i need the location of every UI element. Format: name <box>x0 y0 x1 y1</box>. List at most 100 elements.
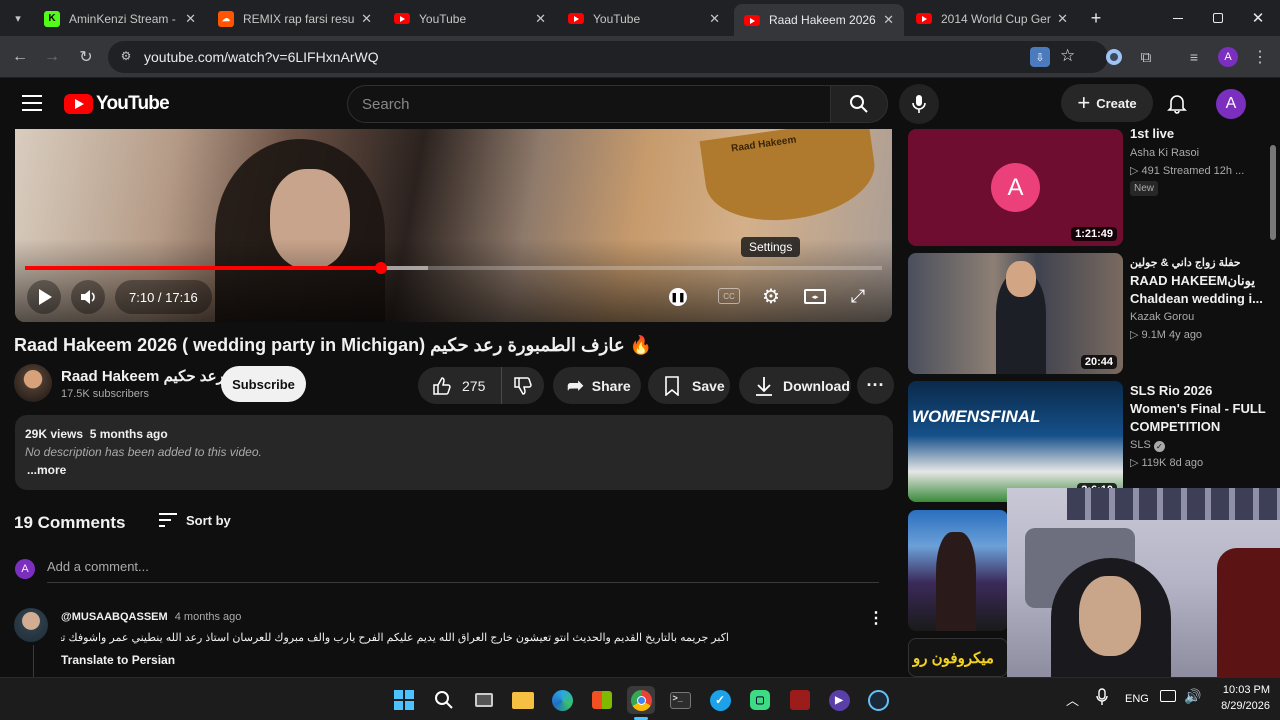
close-icon[interactable]: ✕ <box>883 12 894 28</box>
browser-tab[interactable]: 2014 World Cup Germ ✕ <box>906 5 1078 32</box>
settings-button[interactable]: ⚙ <box>759 284 783 308</box>
subscribe-button[interactable]: Subscribe <box>221 366 306 402</box>
browser-tab[interactable]: YouTube ✕ <box>558 5 730 32</box>
start-button[interactable] <box>390 686 418 714</box>
volume-tray-icon[interactable]: 🔊 <box>1184 688 1201 705</box>
recommendation-thumbnail[interactable] <box>908 510 1008 631</box>
maximize-button[interactable] <box>1208 9 1228 27</box>
description-box[interactable]: 29K views 5 months ago No description ha… <box>15 415 893 490</box>
progress-bar[interactable] <box>25 262 882 274</box>
language-indicator[interactable]: ENG <box>1125 693 1149 705</box>
dislike-button[interactable] <box>502 367 544 404</box>
profile-button[interactable]: A <box>1216 45 1240 69</box>
address-bar[interactable]: ⚙ youtube.com/watch?v=6LIFHxnArWQ ⇩ ☆ <box>108 41 1108 73</box>
recommendation-item[interactable]: 20:44 حفلة زواج داني & جولين RAAD HAKEEM… <box>908 253 1280 375</box>
extensions-puzzle-icon[interactable]: ⧉ <box>1134 45 1158 69</box>
autoplay-toggle[interactable]: ❚❚ <box>669 288 687 306</box>
app-v-icon[interactable]: ✓ <box>706 686 734 714</box>
recommendation-thumbnail[interactable]: WOMENSFINAL 2:6:10 <box>908 381 1123 502</box>
account-avatar[interactable]: A <box>1216 89 1246 119</box>
task-view-button[interactable] <box>470 686 498 714</box>
extension-icon[interactable] <box>1102 45 1126 69</box>
volume-button[interactable] <box>71 280 105 314</box>
translate-link[interactable]: Translate to Persian <box>61 653 175 667</box>
tab-search-button[interactable]: ▾ <box>8 8 28 28</box>
recommendation-item[interactable]: WOMENSFINAL 2:6:10 SLS Rio 2026 Women's … <box>908 381 1280 503</box>
show-more-link[interactable]: ...more <box>27 463 66 477</box>
download-button[interactable]: Download <box>739 367 851 404</box>
close-icon[interactable]: ✕ <box>709 11 720 27</box>
close-icon[interactable]: ✕ <box>185 11 196 27</box>
back-button[interactable]: ← <box>8 45 32 69</box>
media-player-icon[interactable]: ▶ <box>825 686 853 714</box>
view-count-date: 29K views 5 months ago <box>25 427 168 441</box>
close-icon[interactable]: ✕ <box>535 11 546 27</box>
site-info-icon[interactable]: ⚙ <box>118 49 134 65</box>
add-comment-input[interactable]: Add a comment... <box>47 559 879 583</box>
subtitles-button[interactable]: CC <box>718 288 740 304</box>
reload-button[interactable]: ↻ <box>74 45 98 69</box>
bookmark-star-icon[interactable]: ☆ <box>1060 46 1075 66</box>
recommendation-thumbnail[interactable]: 20:44 <box>908 253 1123 374</box>
clock-date[interactable]: 8/29/2026 <box>1208 700 1270 712</box>
reload-icon: ↻ <box>79 49 93 66</box>
comment-author[interactable]: @MUSAABQASSEM <box>61 611 168 623</box>
microphone-tray-icon[interactable] <box>1096 688 1108 711</box>
dota-icon[interactable] <box>786 686 814 714</box>
tray-overflow-icon[interactable]: ︿ <box>1066 690 1079 709</box>
browser-tab-active[interactable]: Raad Hakeem 2026 ( w ✕ <box>734 4 904 36</box>
media-control-icon[interactable]: ≡ <box>1182 45 1206 69</box>
comment-author-avatar[interactable] <box>14 608 48 642</box>
edge-icon[interactable] <box>548 686 576 714</box>
recommendation-thumbnail[interactable]: A 1:21:49 <box>908 129 1123 246</box>
close-window-button[interactable]: ✕ <box>1248 8 1268 28</box>
sort-label: Sort by <box>186 512 231 528</box>
task-view-icon <box>475 693 493 707</box>
notifications-button[interactable] <box>1166 92 1190 116</box>
install-app-icon[interactable]: ⇩ <box>1030 47 1050 67</box>
file-explorer-icon[interactable] <box>509 686 537 714</box>
guide-menu-button[interactable] <box>22 95 42 111</box>
hamburger-line <box>22 102 42 104</box>
more-actions-button[interactable]: ··· <box>857 367 894 404</box>
channel-name[interactable]: Raad Hakeem رعد حكيم <box>61 367 224 385</box>
play-button[interactable] <box>27 280 61 314</box>
create-button[interactable]: + Create <box>1061 84 1153 122</box>
fullscreen-button[interactable]: ⤢ <box>847 285 869 307</box>
browser-menu-button[interactable]: ⋮ <box>1248 45 1272 69</box>
browser-tab[interactable]: YouTube ✕ <box>384 5 556 32</box>
steam-icon[interactable] <box>864 686 892 714</box>
search-taskbar-button[interactable] <box>430 686 458 714</box>
voice-search-button[interactable] <box>899 84 939 124</box>
new-tab-button[interactable]: + <box>1086 8 1106 28</box>
recommendation-item[interactable]: A 1:21:49 1st live Asha Ki Rasoi ▷ 491 S… <box>908 126 1280 247</box>
recommendation-thumbnail[interactable]: میکروفون رو <box>908 638 1008 677</box>
network-icon[interactable] <box>1160 690 1176 702</box>
browser-tab[interactable]: ☁ REMIX rap farsi results ✕ <box>208 5 382 32</box>
forward-button[interactable]: → <box>40 45 64 69</box>
share-button[interactable]: ➦ Share <box>553 367 641 404</box>
store-icon[interactable] <box>588 686 616 714</box>
search-button[interactable] <box>830 85 888 123</box>
chrome-icon[interactable] <box>627 686 655 714</box>
scrubber-handle[interactable] <box>374 262 387 274</box>
browser-tab-strip: ▾ K AminKenzi Stream - W ✕ ☁ REMIX rap f… <box>0 0 1280 36</box>
sidebar-scrollbar[interactable] <box>1270 145 1276 240</box>
minimize-button[interactable] <box>1168 9 1188 27</box>
sort-by-button[interactable]: Sort by <box>158 512 231 528</box>
terminal-icon[interactable]: >_ <box>666 686 694 714</box>
comment-menu-button[interactable]: ⋮ <box>868 608 884 628</box>
search-input[interactable]: Search <box>347 85 831 123</box>
thumbnail-figure <box>936 532 976 631</box>
close-icon[interactable]: ✕ <box>1057 11 1068 27</box>
close-icon[interactable]: ✕ <box>361 11 372 27</box>
save-button[interactable]: Save <box>648 367 730 404</box>
video-player[interactable]: Raad Hakeem Settings 7:10 / 17:16 ❚❚ CC … <box>15 129 892 322</box>
clock-time[interactable]: 10:03 PM <box>1208 684 1270 696</box>
like-button[interactable]: 275 <box>418 367 502 404</box>
android-app-icon[interactable]: ▢ <box>746 686 774 714</box>
channel-avatar[interactable] <box>14 364 52 402</box>
theater-mode-button[interactable]: ◂▸ <box>804 289 826 304</box>
browser-tab[interactable]: K AminKenzi Stream - W ✕ <box>34 5 206 32</box>
youtube-logo[interactable]: YouTube <box>64 93 170 115</box>
